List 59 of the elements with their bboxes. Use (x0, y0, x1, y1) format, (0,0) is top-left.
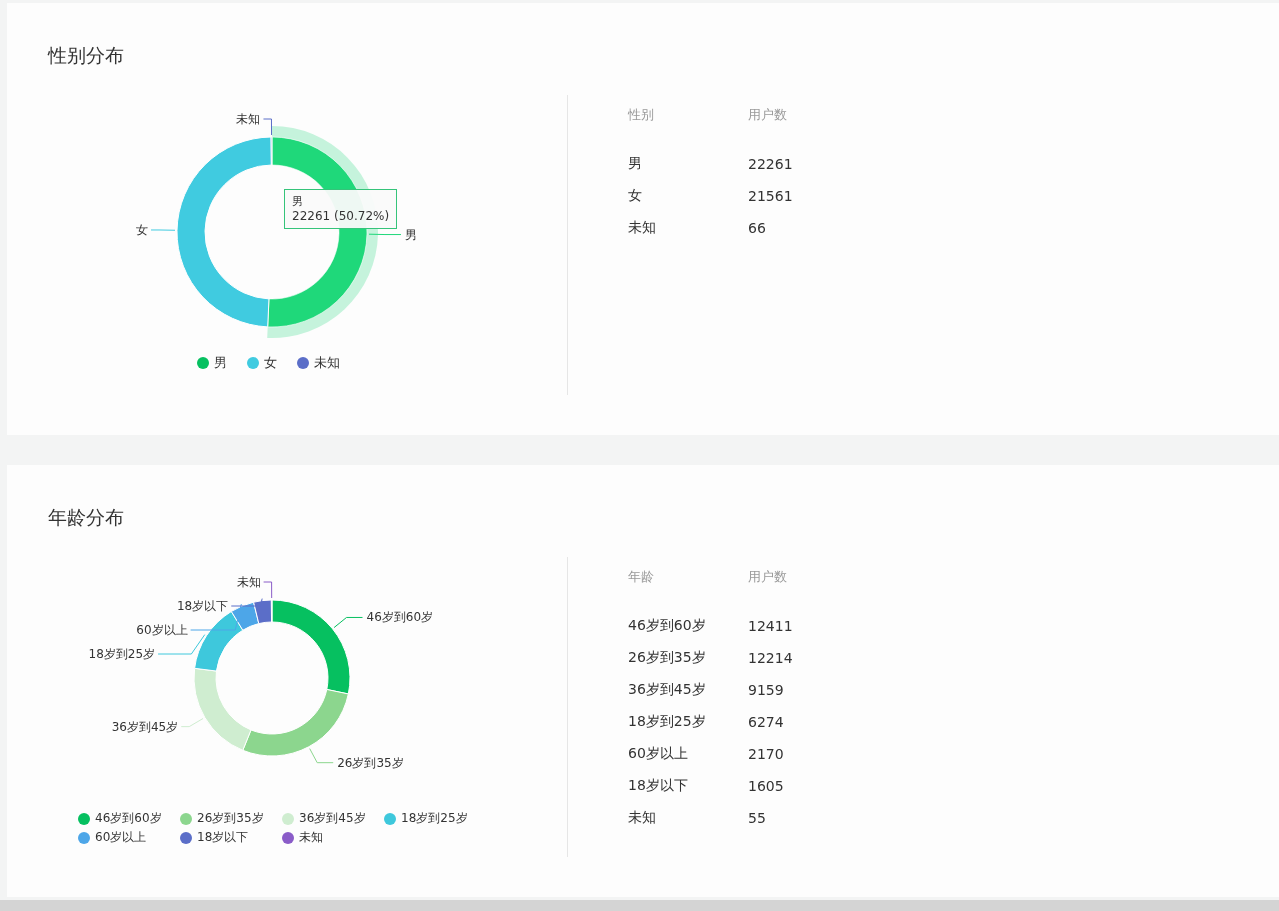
table-cell-text: 2170 (748, 746, 785, 762)
legend-label[interactable]: 18岁以下 (197, 829, 249, 846)
column-header: 年龄 (628, 568, 655, 586)
leader-line (309, 748, 334, 764)
table-cell-text: 60岁以上 (628, 745, 689, 763)
legend-label[interactable]: 18岁到25岁 (401, 810, 468, 827)
slice-label: 46岁到60岁 (366, 610, 434, 625)
slice-label: 男 (404, 227, 417, 242)
table-cell-text: 未知 (628, 219, 657, 237)
legend-label[interactable]: 女 (264, 354, 277, 372)
donut-slice[interactable] (194, 610, 244, 672)
legend-label[interactable]: 26岁到35岁 (197, 810, 264, 827)
table-cell-text: 未知 (628, 809, 657, 827)
table-cell-text: 21561 (748, 188, 794, 204)
table-cell-text: 18岁以下 (628, 777, 689, 795)
slice-label: 未知 (236, 575, 261, 589)
legend-label[interactable]: 46岁到60岁 (95, 810, 162, 827)
table-cell-text: 12411 (748, 618, 794, 634)
leader-line (262, 118, 273, 136)
table-cell-text: 女 (628, 187, 643, 205)
leader-line (180, 718, 204, 728)
legend-label[interactable]: 60岁以上 (95, 829, 147, 846)
legend-label[interactable]: 36岁到45岁 (299, 810, 366, 827)
legend-label[interactable]: 未知 (314, 354, 340, 372)
table-cell-text: 22261 (748, 156, 794, 172)
donut-slice[interactable] (176, 136, 272, 328)
table-cell-text: 36岁到45岁 (628, 681, 707, 699)
legend-label[interactable]: 男 (214, 354, 227, 372)
donut-slice[interactable] (270, 599, 273, 623)
table-cell-text: 66 (748, 220, 767, 236)
table-cell-text: 55 (748, 810, 767, 826)
tooltip-title: 男 (292, 194, 304, 209)
legend-label[interactable]: 未知 (299, 829, 323, 846)
leader-line (368, 233, 402, 236)
slice-label: 18岁以下 (177, 599, 229, 613)
tooltip-value: 22261 (50.72%) (292, 209, 390, 224)
donut-slice[interactable] (271, 599, 351, 695)
table-cell-text: 男 (628, 155, 643, 173)
leader-line (333, 616, 363, 629)
leader-line (150, 229, 176, 231)
slice-label: 女 (136, 223, 148, 237)
column-header: 用户数 (748, 106, 788, 124)
table-cell-text: 6274 (748, 714, 785, 730)
table-cell-text: 1605 (748, 778, 785, 794)
slice-label: 60岁以上 (136, 623, 188, 637)
slice-label: 未知 (236, 112, 261, 126)
slice-label: 36岁到45岁 (111, 719, 179, 734)
column-header: 性别 (628, 106, 655, 124)
slice-label: 26岁到35岁 (337, 755, 404, 770)
table-cell-text: 12214 (748, 650, 794, 666)
table-cell-text: 9159 (748, 682, 785, 698)
column-header: 用户数 (748, 568, 788, 586)
table-cell-text: 26岁到35岁 (628, 649, 707, 667)
section-title: 性别分布 (48, 43, 125, 68)
table-cell-text: 46岁到60岁 (628, 617, 707, 635)
table-cell-text: 18岁到25岁 (628, 713, 707, 731)
section-title: 年龄分布 (48, 505, 125, 530)
leader-line (157, 634, 206, 655)
slice-label: 18岁到25岁 (88, 647, 156, 661)
